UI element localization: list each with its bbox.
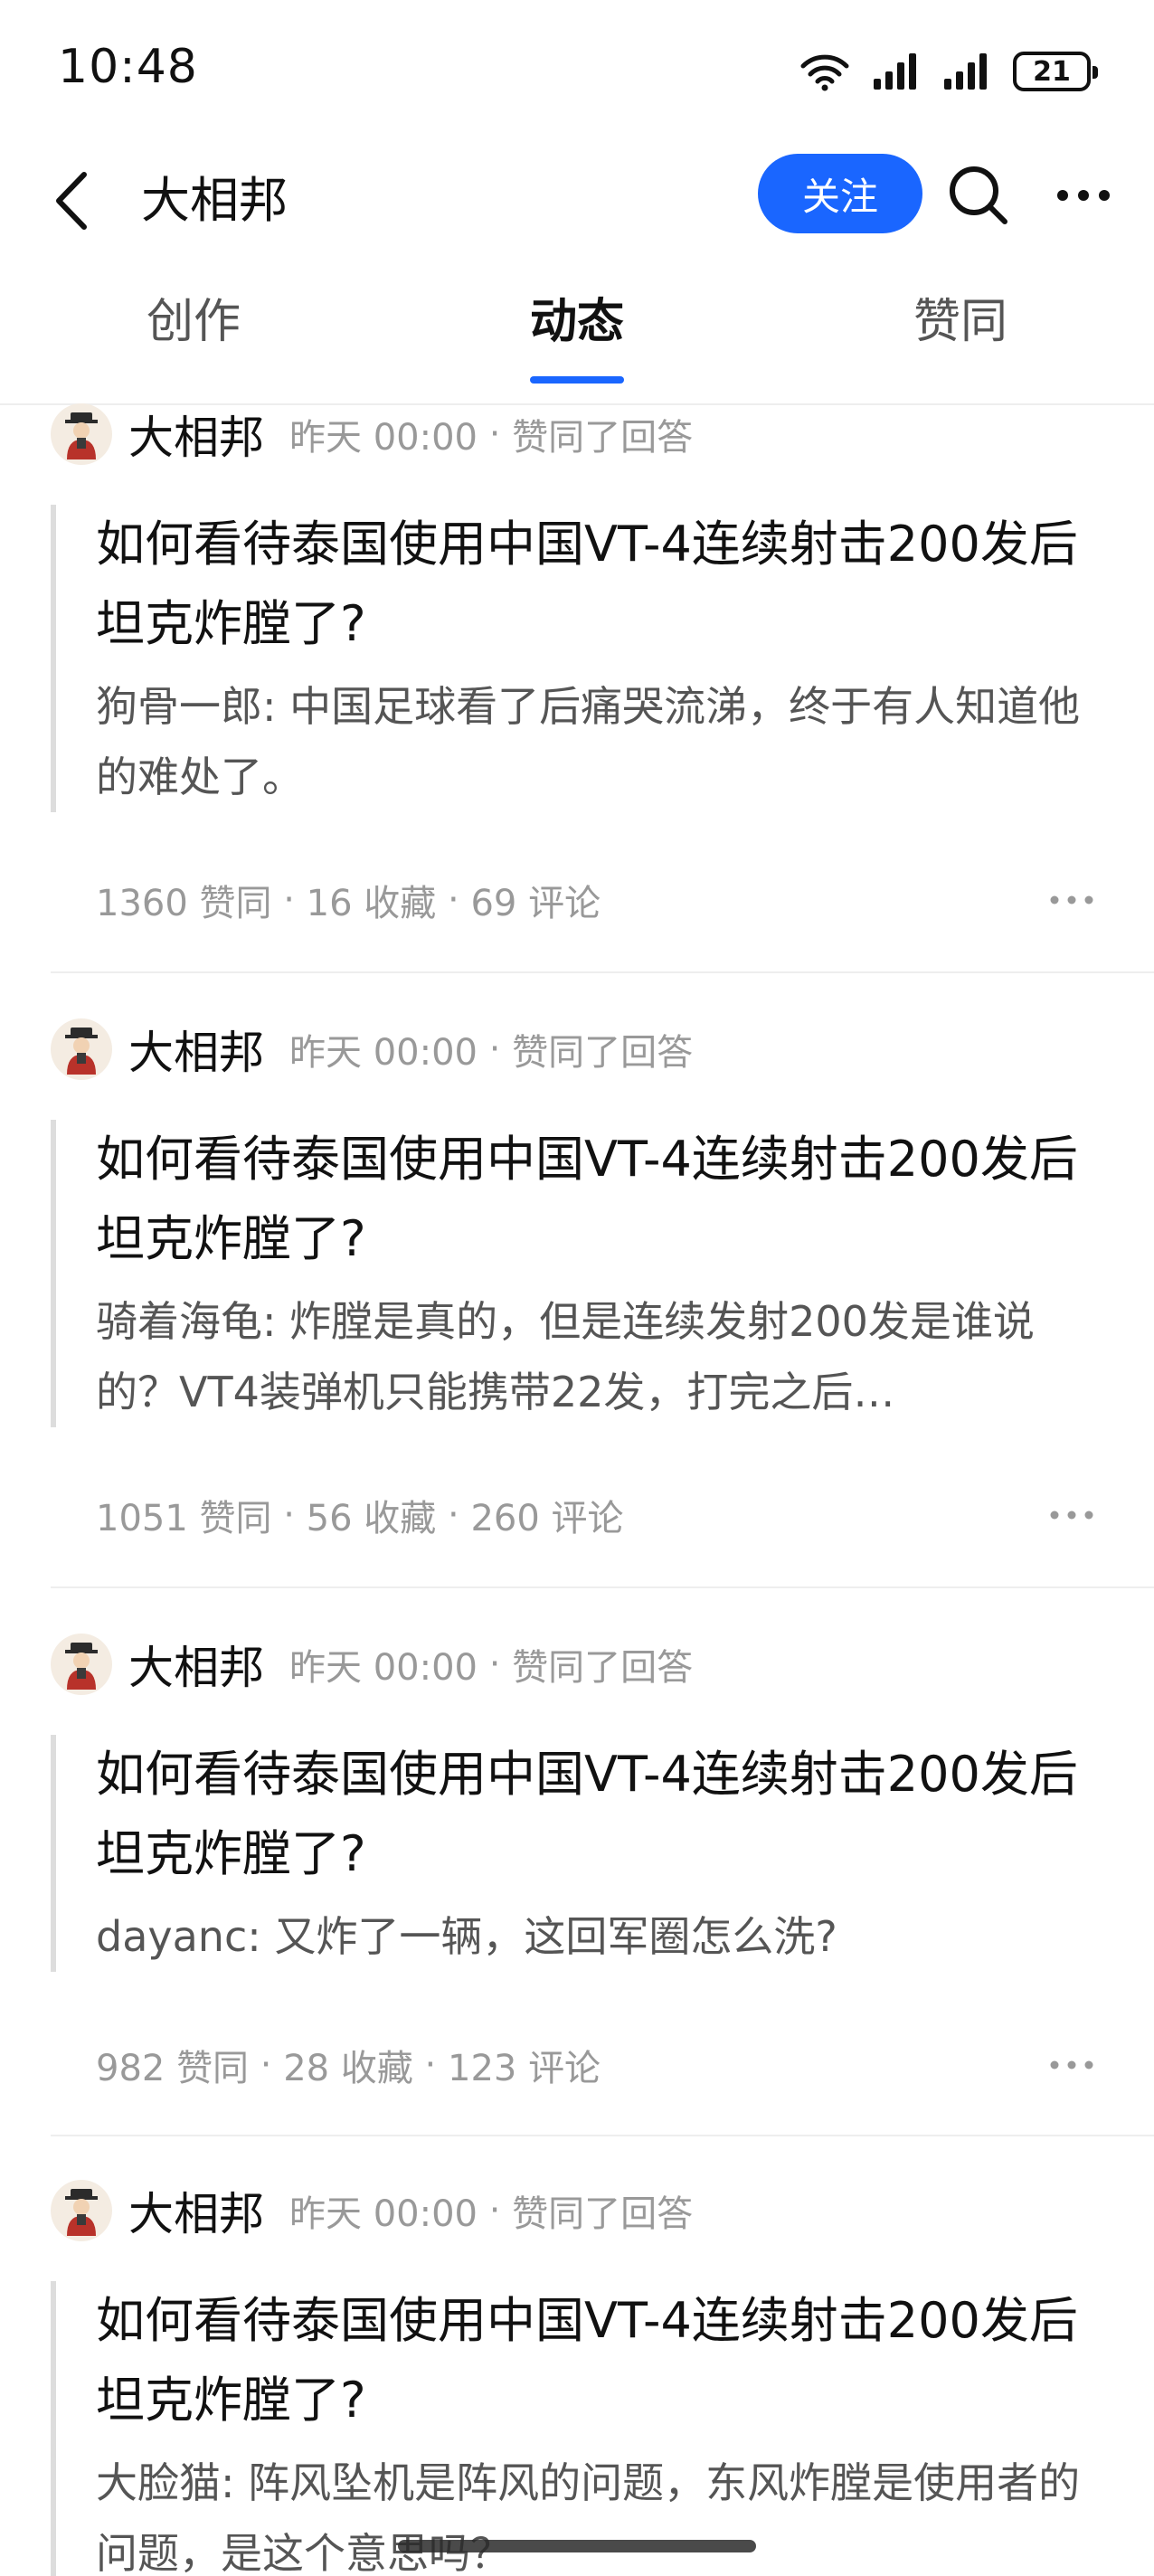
quoted-answer[interactable]: 如何看待泰国使用中国VT-4连续射击200发后坦克炸膛了? 大脸猫: 阵风坠机是… — [51, 2281, 1091, 2576]
question-title[interactable]: 如何看待泰国使用中国VT-4连续射击200发后坦克炸膛了? — [96, 2281, 1091, 2440]
stats-separator: · — [412, 2044, 448, 2086]
activity-time: 昨天 00:00 — [289, 1032, 478, 1074]
avatar[interactable] — [51, 1634, 112, 1695]
stats-row: 982 赞同 · 28 收藏 · 123 评论 — [96, 2038, 601, 2092]
quoted-answer[interactable]: 如何看待泰国使用中国VT-4连续射击200发后坦克炸膛了? dayanc: 又炸… — [51, 1735, 1091, 1972]
profile-header: 大相邦 关注 — [0, 145, 1154, 405]
search-icon — [950, 166, 1007, 224]
search-button[interactable] — [941, 157, 1017, 233]
question-title[interactable]: 如何看待泰国使用中国VT-4连续射击200发后坦克炸膛了? — [96, 1120, 1091, 1279]
author-name[interactable]: 大相邦 — [128, 2178, 264, 2243]
feed-item[interactable]: 大相邦 昨天 00:00 · 赞同了回答 如何看待泰国使用中国VT-4连续射击2… — [0, 389, 1154, 1004]
avatar[interactable] — [51, 1018, 112, 1080]
more-icon — [1050, 895, 1093, 904]
stats-separator: · — [436, 1494, 471, 1536]
tab-creation[interactable]: 创作 — [139, 286, 248, 358]
more-icon — [1050, 1511, 1093, 1520]
status-bar: 10:48 21 — [0, 0, 1154, 145]
avatar[interactable] — [51, 2180, 112, 2241]
more-button[interactable] — [1047, 157, 1120, 233]
meta-separator: · — [478, 1028, 513, 1070]
comment-count: 69 评论 — [470, 883, 601, 924]
stats-separator: · — [271, 879, 307, 921]
comment-count: 123 评论 — [448, 2048, 601, 2089]
activity-action: 赞同了回答 — [512, 2193, 694, 2235]
avatar-figure-icon — [65, 2189, 98, 2236]
tab-indicator — [530, 376, 624, 384]
item-divider — [51, 2135, 1154, 2136]
like-count: 1360 赞同 — [96, 883, 272, 924]
meta-separator: · — [478, 413, 513, 455]
favorite-count: 56 收藏 — [306, 1498, 437, 1539]
author-name[interactable]: 大相邦 — [128, 1017, 264, 1082]
home-indicator[interactable] — [398, 2540, 756, 2552]
feed-item-header: 大相邦 昨天 00:00 · 赞同了回答 — [51, 1628, 693, 1700]
favorite-count: 28 收藏 — [283, 2048, 413, 2089]
back-button[interactable] — [40, 165, 103, 237]
meta-separator: · — [478, 1643, 513, 1685]
favorite-count: 16 收藏 — [306, 883, 437, 924]
page-title: 大相邦 — [141, 172, 288, 229]
status-icons: 21 — [799, 51, 1098, 92]
answer-excerpt[interactable]: 狗骨一郎: 中国足球看了后痛哭流涕，终于有人知道他的难处了。 — [96, 671, 1091, 812]
tab-upvoted[interactable]: 赞同 — [906, 286, 1015, 358]
answer-excerpt[interactable]: dayanc: 又炸了一辆，这回军圈怎么洗? — [96, 1901, 1091, 1972]
activity-time: 昨天 00:00 — [289, 2193, 478, 2235]
back-chevron-icon — [56, 172, 87, 230]
quoted-answer[interactable]: 如何看待泰国使用中国VT-4连续射击200发后坦克炸膛了? 狗骨一郎: 中国足球… — [51, 505, 1091, 812]
answer-excerpt[interactable]: 骑着海龟: 炸膛是真的，但是连续发射200发是谁说的？VT4装弹机只能携带22发… — [96, 1286, 1091, 1427]
avatar-figure-icon — [65, 412, 98, 459]
like-count: 1051 赞同 — [96, 1498, 272, 1539]
question-title[interactable]: 如何看待泰国使用中国VT-4连续射击200发后坦克炸膛了? — [96, 1735, 1091, 1894]
more-icon — [1057, 190, 1110, 201]
follow-button[interactable]: 关注 — [758, 154, 922, 233]
status-time: 10:48 — [58, 40, 198, 94]
wifi-icon — [800, 54, 849, 91]
question-title[interactable]: 如何看待泰国使用中国VT-4连续射击200发后坦克炸膛了? — [96, 505, 1091, 664]
item-divider — [51, 1586, 1154, 1588]
stats-row: 1051 赞同 · 56 收藏 · 260 评论 — [96, 1488, 624, 1542]
like-count: 982 赞同 — [96, 2048, 250, 2089]
avatar-figure-icon — [65, 1643, 98, 1690]
activity-action: 赞同了回答 — [512, 417, 694, 459]
item-divider — [51, 971, 1154, 973]
stats-row: 1360 赞同 · 16 收藏 · 69 评论 — [96, 873, 601, 927]
item-more-button[interactable] — [1040, 2038, 1103, 2092]
signal-icon — [944, 53, 987, 90]
avatar[interactable] — [51, 403, 112, 465]
feed-item[interactable]: 大相邦 昨天 00:00 · 赞同了回答 如何看待泰国使用中国VT-4连续射击2… — [0, 1004, 1154, 1619]
quoted-answer[interactable]: 如何看待泰国使用中国VT-4连续射击200发后坦克炸膛了? 骑着海龟: 炸膛是真… — [51, 1120, 1091, 1427]
feed-item-header: 大相邦 昨天 00:00 · 赞同了回答 — [51, 2174, 693, 2247]
battery-icon: 21 — [1013, 52, 1098, 91]
author-name[interactable]: 大相邦 — [128, 402, 264, 467]
tab-bar: 创作 动态 赞同 — [0, 262, 1154, 389]
tab-activity[interactable]: 动态 — [523, 286, 631, 358]
activity-time: 昨天 00:00 — [289, 1647, 478, 1689]
item-more-button[interactable] — [1040, 873, 1103, 927]
answer-excerpt[interactable]: 大脸猫: 阵风坠机是阵风的问题，东风炸膛是使用者的问题，是这个意思吗？ — [96, 2448, 1091, 2576]
more-icon — [1050, 2060, 1093, 2069]
activity-time: 昨天 00:00 — [289, 417, 478, 459]
feed-item[interactable]: 大相邦 昨天 00:00 · 赞同了回答 如何看待泰国使用中国VT-4连续射击2… — [0, 2165, 1154, 2576]
avatar-figure-icon — [65, 1028, 98, 1075]
feed-item-header: 大相邦 昨天 00:00 · 赞同了回答 — [51, 1013, 693, 1085]
activity-action: 赞同了回答 — [512, 1647, 694, 1689]
stats-separator: · — [249, 2044, 284, 2086]
battery-level: 21 — [1033, 55, 1071, 88]
feed-item-header: 大相邦 昨天 00:00 · 赞同了回答 — [51, 398, 693, 470]
stats-separator: · — [271, 1494, 307, 1536]
item-more-button[interactable] — [1040, 1488, 1103, 1542]
author-name[interactable]: 大相邦 — [128, 1632, 264, 1697]
feed-item[interactable]: 大相邦 昨天 00:00 · 赞同了回答 如何看待泰国使用中国VT-4连续射击2… — [0, 1619, 1154, 2165]
meta-separator: · — [478, 2190, 513, 2231]
stats-separator: · — [436, 879, 471, 921]
signal-icon — [874, 53, 916, 90]
comment-count: 260 评论 — [470, 1498, 624, 1539]
activity-action: 赞同了回答 — [512, 1032, 694, 1074]
